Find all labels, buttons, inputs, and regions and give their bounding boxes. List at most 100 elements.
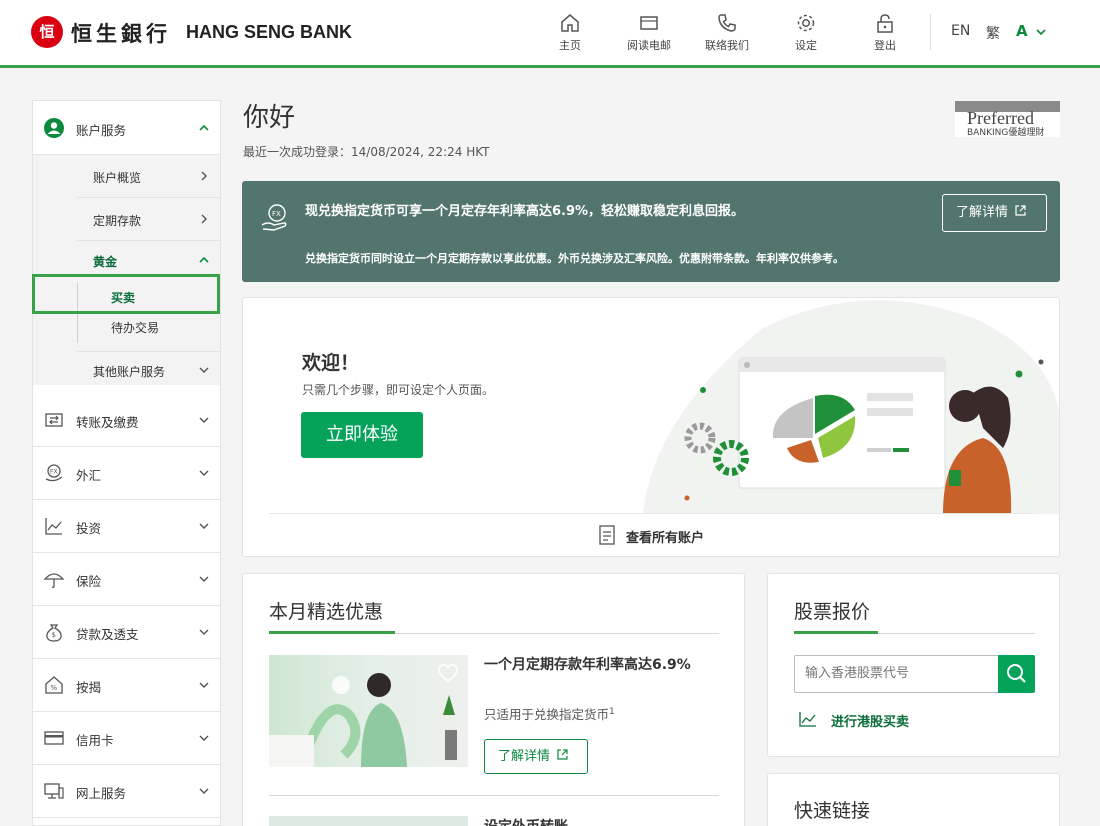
- promo-image[interactable]: [269, 655, 468, 767]
- sidebar-item-label: 保险: [76, 574, 102, 589]
- external-link-icon: [1015, 205, 1026, 216]
- sidebar-item-mortgage[interactable]: % 按揭: [33, 659, 220, 712]
- stock-title: 股票报价: [794, 601, 871, 623]
- preferred-sublabel: BANKING優越理財: [967, 128, 1045, 138]
- offer-learn-more-button[interactable]: 了解详情: [484, 739, 588, 774]
- sidebar-item-fx[interactable]: FX 外汇: [33, 447, 220, 500]
- stock-search-button[interactable]: [998, 655, 1035, 693]
- sidebar-item-loans[interactable]: $ 贷款及透支: [33, 606, 220, 659]
- sidebar-subitem-other-services[interactable]: 其他账户服务: [33, 352, 220, 385]
- divider: [269, 513, 1033, 514]
- welcome-card: 欢迎！ 只需几个步骤，即可设定个人页面。 立即体验 查看所有账户: [242, 297, 1060, 557]
- chevron-right-icon: [201, 171, 207, 181]
- title-underline: [794, 631, 878, 634]
- banner-title: 现兑换指定货币可享一个月定存年利率高达6.9%，轻松赚取稳定利息回报。: [305, 204, 745, 219]
- dashboard-illustration: [643, 300, 1059, 514]
- nav-contact-label: 联络我们: [705, 39, 749, 52]
- stock-quote-card: 股票报价 输入香港股票代号 进行港股买卖: [767, 573, 1060, 757]
- chevron-down-icon: [199, 417, 209, 423]
- chevron-down-icon: [199, 523, 209, 529]
- sidebar-item-online-services[interactable]: 网上服务: [33, 765, 220, 818]
- transfer-icon: [45, 413, 63, 427]
- chevron-up-icon: [199, 124, 209, 131]
- hang-seng-logo-icon[interactable]: 恒: [31, 16, 63, 48]
- offers-title: 本月精选优惠: [269, 601, 384, 623]
- chevron-down-icon: [199, 735, 209, 741]
- nav-contact[interactable]: 联络我们: [692, 12, 762, 56]
- font-size-toggle[interactable]: A: [1016, 22, 1046, 40]
- stock-link-label: 进行港股买卖: [831, 715, 910, 730]
- sidebar-item-label: 网上服务: [76, 786, 127, 801]
- sidebar-item-label: 外汇: [76, 468, 102, 483]
- chart-line-icon: [45, 518, 62, 535]
- svg-text:FX: FX: [50, 469, 58, 476]
- chart-line-icon: [799, 712, 816, 727]
- try-now-button[interactable]: 立即体验: [301, 412, 423, 458]
- sidebar-item-account-services[interactable]: 账户服务: [33, 101, 220, 155]
- nav-settings[interactable]: 设定: [771, 12, 841, 56]
- welcome-subtitle: 只需几个步骤，即可设定个人页面。: [302, 383, 495, 397]
- lock-icon: [877, 14, 893, 33]
- header-divider: [930, 14, 931, 50]
- chevron-down-icon: [1036, 29, 1046, 36]
- house-icon: %: [45, 676, 63, 694]
- footnote-marker: 1: [609, 706, 615, 717]
- sidebar-item-label: 账户服务: [76, 123, 127, 138]
- buy-sell-highlight: [32, 274, 220, 314]
- heart-icon[interactable]: [437, 663, 459, 683]
- money-bag-icon: $: [46, 624, 62, 642]
- divider: [269, 795, 719, 796]
- chevron-down-icon: [199, 682, 209, 688]
- umbrella-icon: [43, 573, 65, 588]
- next-promo-image[interactable]: [269, 816, 468, 826]
- lang-en-link[interactable]: EN: [951, 23, 970, 39]
- fx-promo-banner: FX 现兑换指定货币可享一个月定存年利率高达6.9%，轻松赚取稳定利息回报。 兑…: [242, 181, 1060, 282]
- subitem-label: 定期存款: [93, 214, 142, 228]
- nav-logout[interactable]: 登出: [850, 12, 920, 56]
- preferred-banking-badge: Preferred BANKING優越理財: [955, 101, 1060, 138]
- chevron-up-icon: [199, 256, 209, 263]
- nav-logout-label: 登出: [874, 39, 896, 52]
- sidebar-subitem-pending[interactable]: 待办交易: [111, 319, 159, 336]
- sidebar-item-credit-card[interactable]: 信用卡: [33, 712, 220, 765]
- chevron-down-icon: [199, 470, 209, 476]
- sidebar-item-label: 按揭: [76, 680, 102, 695]
- nav-home[interactable]: 主页: [535, 12, 605, 56]
- button-label: 了解详情: [498, 749, 551, 764]
- chevron-down-icon: [199, 788, 209, 794]
- logo-chinese-name[interactable]: 恒生銀行: [71, 18, 171, 48]
- sidebar-item-insurance[interactable]: 保险: [33, 553, 220, 606]
- chevron-down-icon: [199, 629, 209, 635]
- button-label: 了解详情: [956, 205, 1009, 220]
- nav-home-label: 主页: [559, 39, 581, 52]
- sidebar-item-label: 投资: [76, 521, 102, 536]
- featured-offers-card: 本月精选优惠 一个月定期存款年利率高达6.9% 只适用于兑换指定货币1 了解详情…: [242, 573, 745, 826]
- quick-links-card: 快速链接: [767, 773, 1060, 826]
- nav-mail[interactable]: 阅读电邮: [614, 12, 684, 56]
- document-icon: [599, 525, 615, 545]
- subitem-label: 黄金: [93, 255, 118, 269]
- logo-english-name[interactable]: HANG SENG BANK: [186, 22, 352, 43]
- search-icon: [1007, 664, 1026, 683]
- chevron-down-icon: [199, 576, 209, 582]
- sidebar-item-investment[interactable]: 投资: [33, 500, 220, 553]
- sidebar-subitem-time-deposit[interactable]: 定期存款: [33, 198, 220, 240]
- gear-icon: [797, 14, 815, 32]
- external-link-icon: [557, 749, 568, 760]
- nav-settings-label: 设定: [795, 39, 817, 52]
- sidebar-item-label: 贷款及透支: [76, 627, 139, 642]
- banner-learn-more-button[interactable]: 了解详情: [942, 194, 1047, 232]
- account-services-submenu: 账户概览 定期存款 黄金 买卖 待办交易 其他账户服务: [33, 155, 220, 385]
- lang-tc-link[interactable]: 繁: [986, 23, 1000, 43]
- nav-mail-label: 阅读电邮: [627, 39, 671, 52]
- stock-code-input[interactable]: 输入香港股票代号: [794, 655, 999, 693]
- sidebar-subitem-overview[interactable]: 账户概览: [33, 155, 220, 197]
- svg-text:%: %: [51, 684, 58, 692]
- offer-subtext-label: 只适用于兑换指定货币: [484, 707, 610, 722]
- fx-hand-icon: FX: [261, 204, 287, 231]
- sidebar-item-transfer[interactable]: 转账及缴费: [33, 394, 220, 447]
- quick-links-title: 快速链接: [794, 800, 871, 822]
- last-login-text: 最近一次成功登录：14/08/2024, 22:24 HKT: [243, 145, 490, 159]
- svg-text:FX: FX: [272, 210, 281, 218]
- banner-note: 兑换指定货币同时设立一个月定期存款以享此优惠。外币兑换涉及汇率风险。优惠附带条款…: [305, 252, 844, 265]
